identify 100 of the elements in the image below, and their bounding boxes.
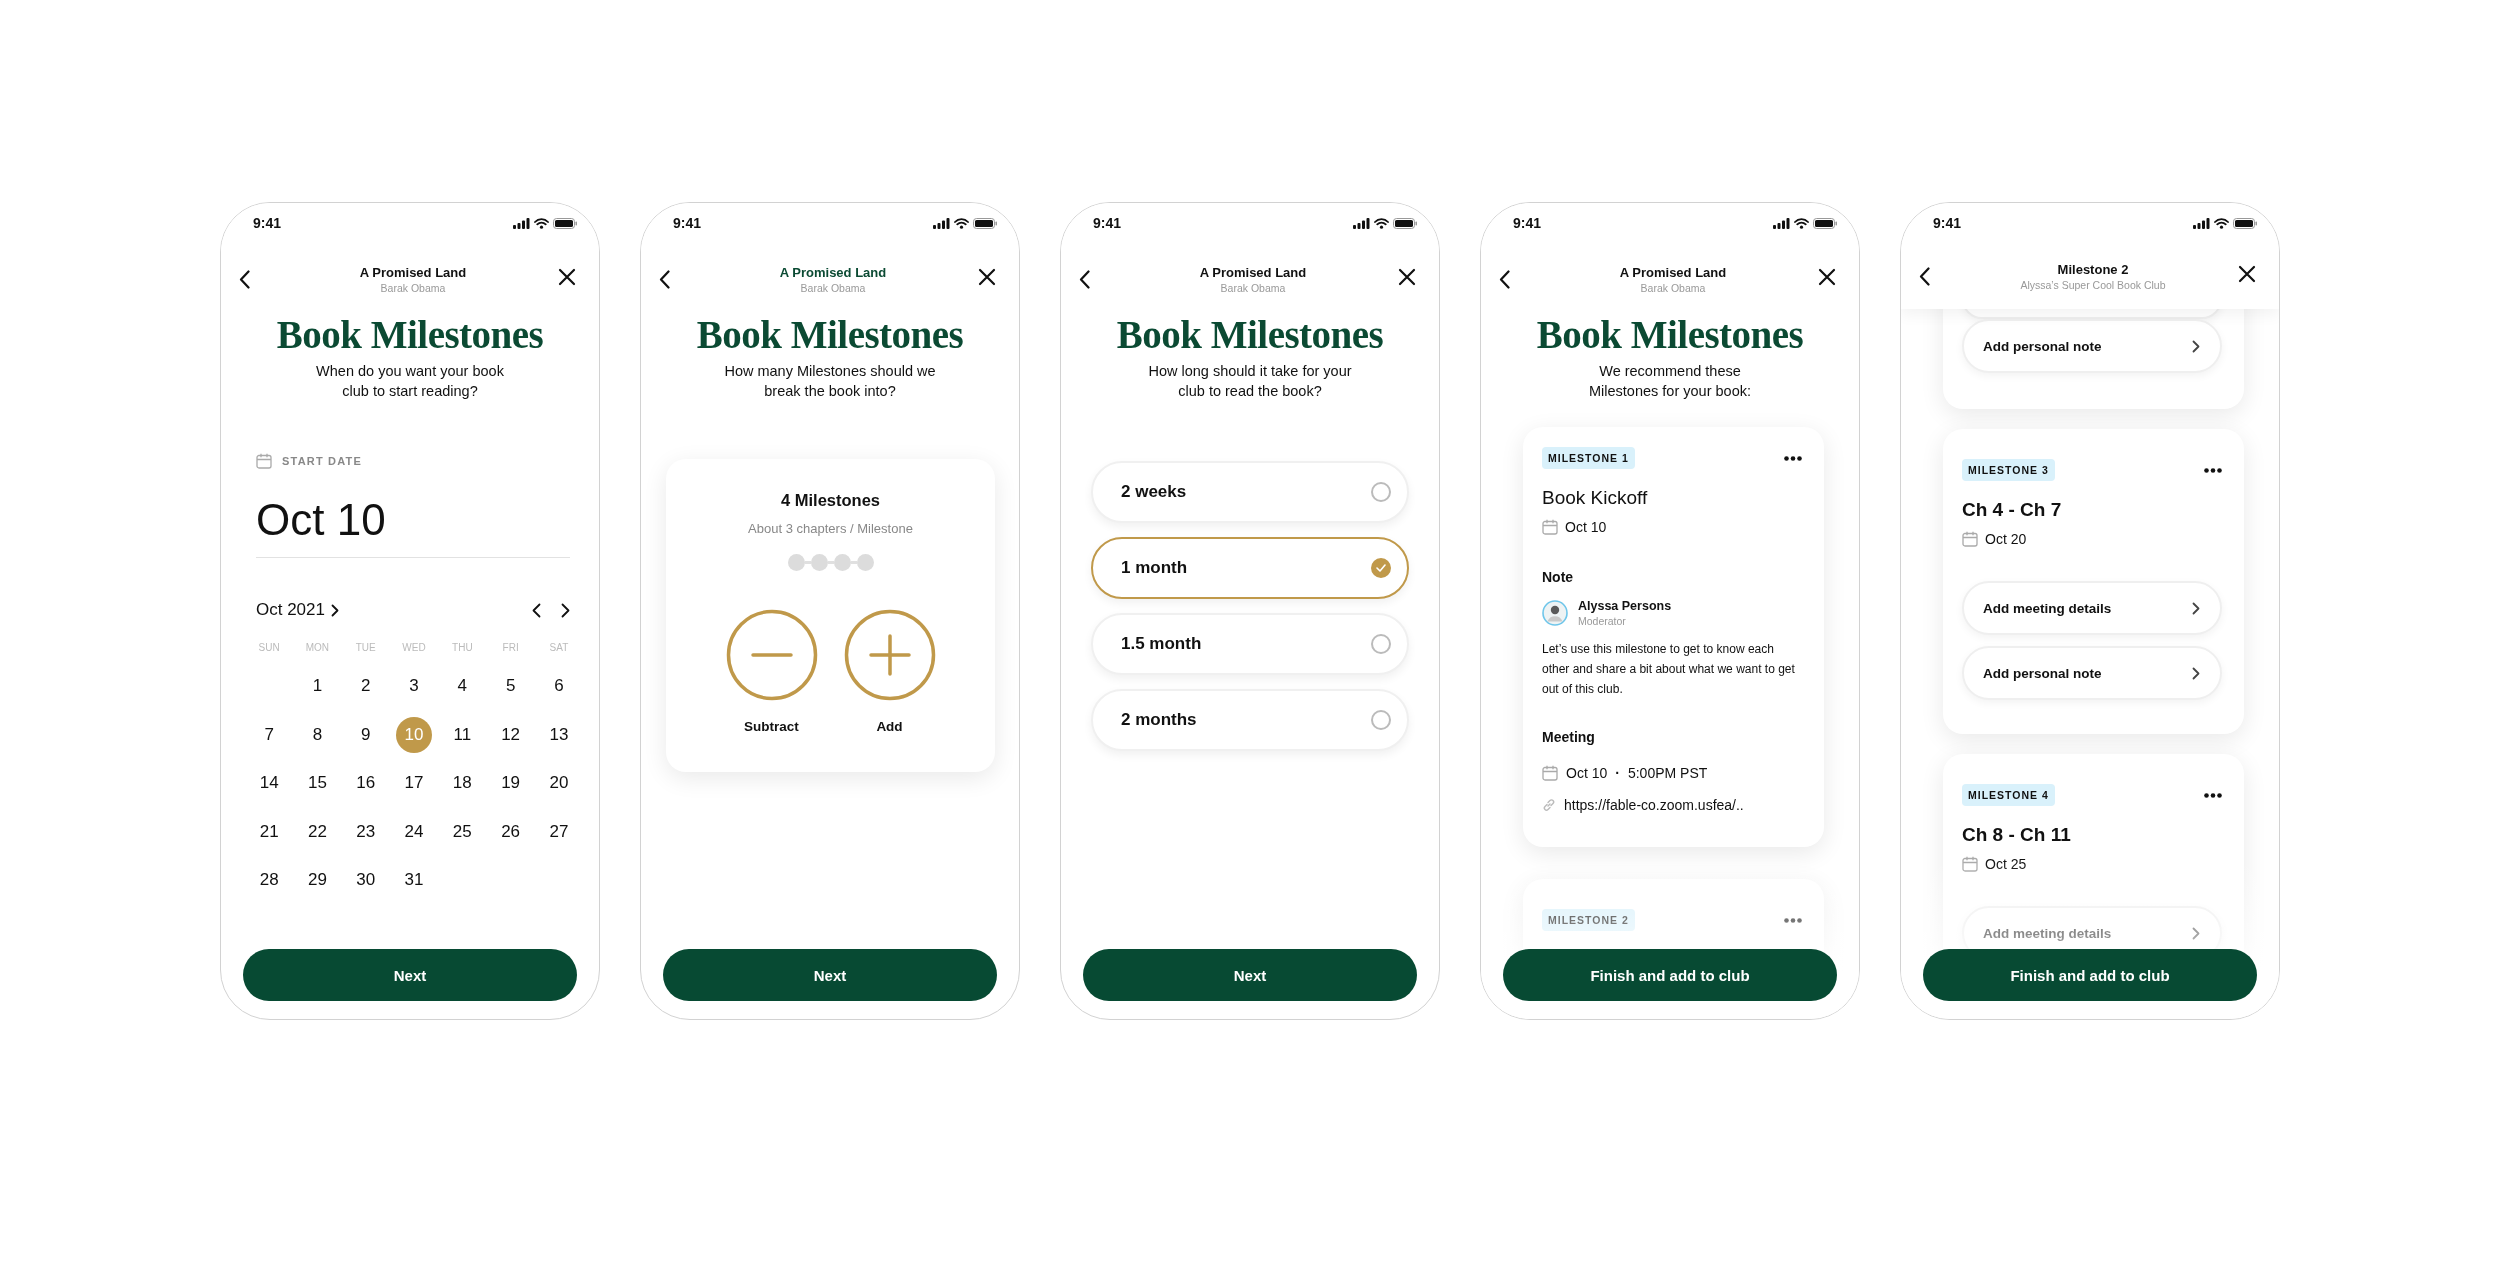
battery-icon — [973, 217, 997, 229]
back-icon[interactable] — [239, 269, 250, 289]
signal-icon — [2193, 217, 2210, 229]
prompt-text: How long should it take for your club to read the book? — [1147, 362, 1353, 401]
calendar-day[interactable]: 2 — [347, 668, 384, 705]
primary-button[interactable]: Finish and add to club — [1923, 949, 2257, 1001]
add-button[interactable]: Add — [839, 609, 940, 734]
action-row[interactable]: Add meeting details — [1962, 581, 2222, 635]
back-icon[interactable] — [1079, 269, 1090, 289]
radio-icon — [1371, 634, 1391, 654]
chevron-right-icon — [2192, 926, 2200, 940]
calendar-day[interactable]: 14 — [251, 765, 288, 802]
back-icon[interactable] — [659, 269, 670, 289]
signal-icon — [1353, 217, 1370, 229]
prompt-text: We recommend these Milestones for your book: — [1588, 362, 1752, 401]
duration-option[interactable]: 2 months — [1091, 689, 1409, 751]
primary-button[interactable]: Next — [243, 949, 577, 1001]
chevron-right-icon — [2192, 339, 2200, 353]
milestone-date: Oct 25 — [1985, 856, 2027, 872]
more-icon[interactable] — [2204, 467, 2222, 473]
chevron-right-icon — [2192, 666, 2200, 680]
previous-month-icon[interactable] — [532, 602, 541, 618]
calendar-day[interactable]: 6 — [540, 668, 577, 705]
weekday-label: TUE — [354, 642, 377, 655]
weekday-label: FRI — [501, 642, 520, 655]
back-icon[interactable] — [1499, 269, 1510, 289]
meeting-time: 5:00PM PST — [1627, 765, 1708, 781]
battery-icon — [1393, 217, 1417, 229]
calendar-day[interactable]: 19 — [492, 765, 529, 802]
weekday-label: SUN — [257, 642, 281, 655]
calendar-day[interactable]: 9 — [347, 716, 384, 753]
calendar-day[interactable]: 1 — [299, 668, 336, 705]
calendar-day[interactable]: 26 — [492, 813, 529, 850]
calendar-day[interactable]: 31 — [396, 862, 433, 899]
status-time: 9:41 — [1093, 215, 1122, 231]
status-time: 9:41 — [673, 215, 702, 231]
book-title: Milestone 2 — [2057, 261, 2129, 277]
subtract-button[interactable]: Subtract — [721, 609, 822, 734]
page-heading: Book Milestones — [696, 315, 964, 355]
calendar-day[interactable]: 22 — [299, 813, 336, 850]
calendar-day[interactable]: 25 — [444, 813, 481, 850]
weekday-label: SAT — [548, 642, 570, 655]
calendar-day[interactable]: 28 — [251, 862, 288, 899]
close-icon[interactable] — [1398, 268, 1416, 286]
more-icon[interactable] — [2204, 792, 2222, 798]
milestone-tag: MILESTONE 1 — [1542, 447, 1635, 469]
month-picker[interactable]: Oct 2021 — [256, 600, 339, 620]
calendar-day[interactable]: 29 — [299, 862, 336, 899]
note-text: Let’s use this milestone to get to know each other and share a bit about what we want to get out of this club. — [1542, 641, 1796, 698]
calendar-day[interactable]: 15 — [299, 765, 336, 802]
status-time: 9:41 — [1513, 215, 1542, 231]
primary-button[interactable]: Next — [1083, 949, 1417, 1001]
duration-option[interactable]: 1 month — [1091, 537, 1409, 599]
action-row[interactable]: Add personal note — [1962, 646, 2222, 700]
date-value: Oct 10 — [256, 495, 570, 558]
milestone-title: Book Kickoff — [1542, 487, 1649, 509]
calendar-day[interactable]: 27 — [540, 813, 577, 850]
calendar-day[interactable]: 20 — [540, 765, 577, 802]
chevron-right-icon — [2192, 601, 2200, 615]
calendar-icon — [256, 453, 272, 469]
subtitle: Barak Obama — [800, 281, 866, 294]
radio-icon — [1371, 482, 1391, 502]
calendar-day[interactable]: 16 — [347, 765, 384, 802]
calendar-day[interactable]: 8 — [299, 716, 336, 753]
wifi-icon — [954, 217, 969, 229]
calendar-day[interactable]: 30 — [347, 862, 384, 899]
action-row[interactable]: Add personal note — [1962, 319, 2222, 373]
calendar-day[interactable]: 4 — [444, 668, 481, 705]
calendar-day[interactable]: 24 — [396, 813, 433, 850]
close-icon[interactable] — [2238, 265, 2256, 283]
book-title: A Promised Land — [359, 264, 467, 280]
more-icon[interactable] — [1784, 455, 1802, 461]
calendar-day[interactable]: 7 — [251, 716, 288, 753]
battery-icon — [1813, 217, 1837, 229]
status-time: 9:41 — [253, 215, 282, 231]
signal-icon — [933, 217, 950, 229]
calendar-day[interactable]: 3 — [396, 668, 433, 705]
duration-option[interactable]: 1.5 month — [1091, 613, 1409, 675]
subtitle: Barak Obama — [1640, 281, 1706, 294]
close-icon[interactable] — [558, 268, 576, 286]
calendar-day[interactable]: 17 — [396, 765, 433, 802]
back-icon[interactable] — [1919, 266, 1930, 286]
prompt-text: When do you want your book club to start reading? — [315, 362, 505, 401]
calendar-day[interactable]: 11 — [444, 716, 481, 753]
calendar-day[interactable]: 18 — [444, 765, 481, 802]
calendar-day[interactable]: 13 — [540, 716, 577, 753]
meeting-link[interactable]: https://fable-co.zoom.usfea/.. — [1564, 797, 1744, 813]
calendar-day[interactable]: 5 — [492, 668, 529, 705]
calendar-day[interactable]: 12 — [492, 716, 529, 753]
next-month-icon[interactable] — [561, 602, 570, 618]
duration-option[interactable]: 2 weeks — [1091, 461, 1409, 523]
calendar-icon — [1962, 856, 1978, 872]
close-icon[interactable] — [1818, 268, 1836, 286]
calendar-day[interactable]: 23 — [347, 813, 384, 850]
author-role: Moderator — [1578, 615, 1627, 627]
primary-button[interactable]: Next — [663, 949, 997, 1001]
primary-button[interactable]: Finish and add to club — [1503, 949, 1837, 1001]
calendar-day[interactable]: 21 — [251, 813, 288, 850]
weekday-label: MON — [304, 642, 331, 655]
close-icon[interactable] — [978, 268, 996, 286]
